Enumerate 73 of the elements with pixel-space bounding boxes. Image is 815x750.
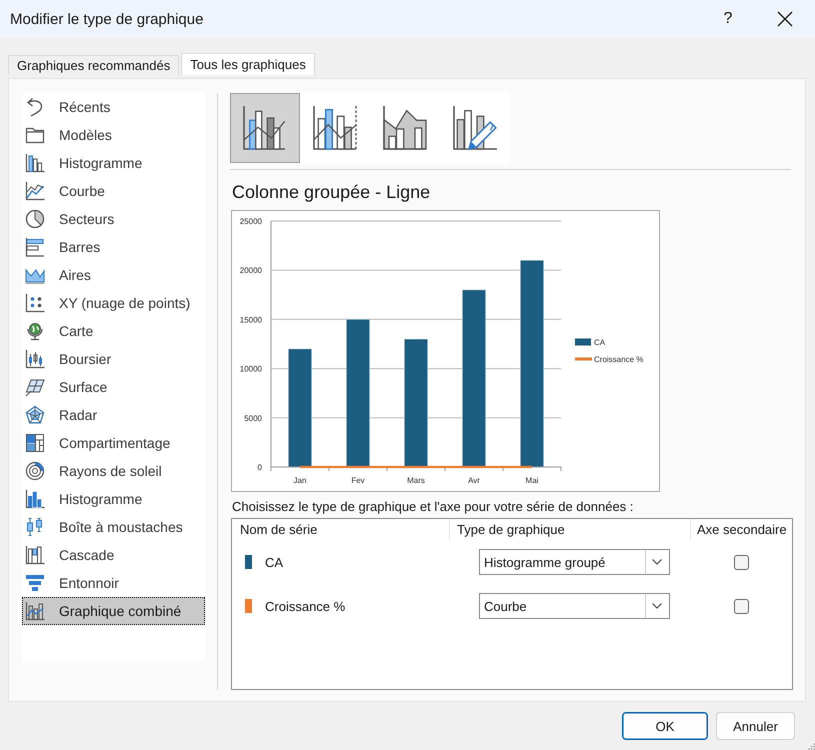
column-header: Type de graphique — [450, 519, 691, 540]
chart-type-dropdown[interactable]: Histogramme groupé — [479, 549, 670, 575]
combo-chart-icon — [25, 601, 45, 621]
x-axis-label: Jan — [294, 476, 306, 485]
y-axis-label: 15000 — [240, 315, 262, 324]
secondary-axis-checkbox[interactable] — [734, 598, 749, 614]
chart-type-item[interactable]: Secteurs — [22, 205, 205, 233]
globe-icon — [25, 321, 45, 341]
chart-type-item[interactable]: Radar — [22, 401, 205, 429]
undo-icon — [25, 97, 45, 117]
y-axis-label: 0 — [258, 463, 262, 472]
radar-chart-icon — [25, 405, 45, 425]
series-table-caption: Choisissez le type de graphique et l'axe pour votre série de données : — [232, 499, 634, 515]
chart-type-item[interactable]: Boîte à moustaches — [22, 513, 205, 541]
series-name: Croissance % — [265, 598, 346, 614]
bar-chart-icon — [25, 237, 45, 257]
x-axis-label: Mars — [407, 476, 425, 485]
chart-type-item[interactable]: Rayons de soleil — [22, 457, 205, 485]
x-axis-label: Avr — [468, 476, 480, 485]
secondary-axis-checkbox[interactable] — [734, 554, 749, 570]
chart-type-item[interactable]: Modèles — [22, 121, 205, 149]
funnel-icon — [25, 573, 45, 593]
folder-icon — [25, 125, 45, 145]
chart-type-item[interactable]: Courbe — [22, 177, 205, 205]
chart-preview-title: Colonne groupée - Ligne — [232, 181, 430, 203]
chart-subtype-button[interactable] — [230, 93, 300, 163]
close-icon — [777, 11, 793, 27]
column-header: Axe secondaire — [696, 521, 788, 539]
column-chart-icon — [25, 153, 45, 173]
y-axis-label: 25000 — [240, 217, 262, 226]
combo-chart-secondary-axis-icon — [313, 106, 357, 150]
chart-type-item[interactable]: Barres — [22, 233, 205, 261]
pencil-chart-icon — [453, 106, 497, 150]
y-axis-label: 5000 — [244, 414, 262, 423]
chart-type-item[interactable]: Cascade — [22, 541, 205, 569]
chart-type-item[interactable]: Graphique combiné — [22, 597, 205, 625]
y-axis-label: 10000 — [240, 364, 262, 374]
window-title: Modifier le type de graphique — [9, 10, 204, 28]
scatter-chart-icon — [25, 293, 45, 313]
histogram-icon — [25, 489, 45, 509]
chart-type-dropdown[interactable]: Courbe — [479, 593, 670, 619]
chart-type-item[interactable]: Entonnoir — [22, 569, 205, 597]
resize-grip-icon[interactable] — [808, 743, 815, 750]
chart-type-item[interactable]: Histogramme — [22, 149, 205, 177]
x-axis-label: Fev — [351, 476, 365, 485]
chart-type-item[interactable]: Aires — [22, 261, 205, 289]
legend-label: CA — [594, 338, 606, 347]
line-chart-icon — [25, 181, 45, 201]
chart-type-item[interactable]: Surface — [22, 373, 205, 401]
surface-chart-icon — [25, 377, 45, 397]
stock-chart-icon — [25, 349, 45, 369]
chart-type-item[interactable]: Carte — [22, 317, 205, 345]
ok-button[interactable]: OK — [622, 712, 708, 740]
tab[interactable]: Graphiques recommandés — [8, 55, 180, 75]
chart-type-item[interactable]: Histogramme — [22, 485, 205, 513]
area-column-chart-icon — [383, 106, 427, 150]
pie-chart-icon — [25, 209, 45, 229]
series-name: CA — [265, 554, 284, 570]
waterfall-chart-icon — [25, 545, 45, 565]
chart-type-item[interactable]: XY (nuage de points) — [22, 289, 205, 317]
chart-type-item[interactable]: Compartimentage — [22, 429, 205, 457]
column-header: Nom de série — [232, 519, 450, 540]
chart-type-item[interactable]: Récents — [22, 93, 205, 121]
combo-chart-icon — [243, 106, 287, 150]
legend-label: Croissance % — [594, 355, 644, 364]
cancel-button[interactable]: Annuler — [716, 712, 795, 740]
sunburst-icon — [25, 461, 45, 481]
treemap-icon — [25, 433, 45, 453]
y-axis-label: 20000 — [240, 266, 262, 276]
chart-type-item[interactable]: Boursier — [22, 345, 205, 373]
box-plot-icon — [25, 517, 45, 537]
tab[interactable]: Tous les graphiques — [181, 53, 315, 75]
x-axis-label: Mai — [526, 476, 538, 485]
